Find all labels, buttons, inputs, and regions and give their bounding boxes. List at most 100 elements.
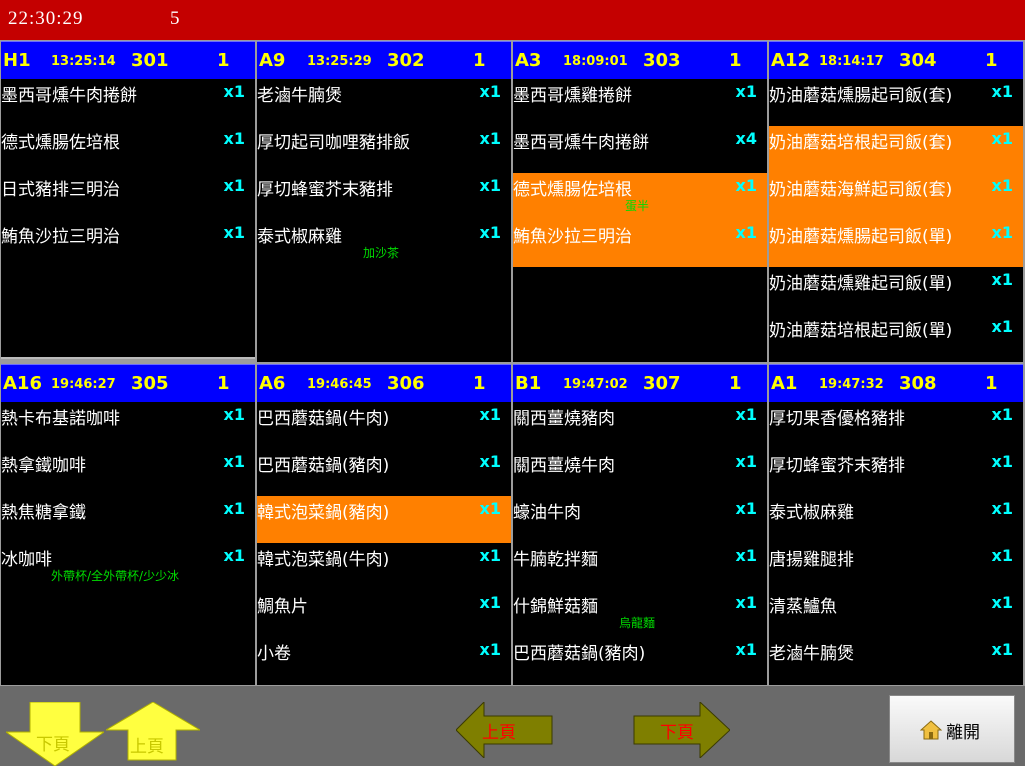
order-item[interactable]: 厚切果香優格豬排 x1 [769,402,1023,449]
exit-button[interactable]: 離開 [889,695,1015,763]
ticket-header: A16 19:46:27 305 1 [1,364,255,402]
item-name: 奶油蘑菇海鮮起司飯(套) [769,180,953,200]
order-time: 18:09:01 [563,54,628,69]
order-item[interactable]: 厚切起司咖哩豬排飯 x1 [257,126,511,173]
ticket-card[interactable]: B1 19:47:02 307 1 關西薑燒豬肉 x1 關西薑燒牛肉 x1 蠔油牛肉 x1… [513,364,767,685]
ticket-card[interactable]: A9 13:25:29 302 1 老滷牛腩煲 x1 厚切起司咖哩豬排飯 x1 厚切蜂蜜… [257,41,511,362]
guest-count: 1 [985,50,998,71]
order-item[interactable]: 韓式泡菜鍋(豬肉) x1 [257,496,511,543]
order-number: 305 [131,373,169,394]
page-up-label: 上頁 [130,737,164,757]
item-quantity: x1 [479,499,501,518]
ticket-header: A12 18:14:17 304 1 [769,41,1023,79]
order-item[interactable]: 唐揚雞腿排 x1 [769,543,1023,590]
item-quantity: x1 [479,129,501,148]
order-item[interactable]: 奶油蘑菇培根起司飯(套) x1 [769,126,1023,173]
ticket-card[interactable]: A1 19:47:32 308 1 厚切果香優格豬排 x1 厚切蜂蜜芥末豬排 x1 泰式… [769,364,1023,685]
order-item[interactable]: 奶油蘑菇海鮮起司飯(套) x1 [769,173,1023,220]
item-name: 鮪魚沙拉三明治 [1,227,120,247]
item-quantity: x1 [991,640,1013,659]
guest-count: 1 [729,50,742,71]
order-item[interactable]: 墨西哥燻牛肉捲餅 x4 [513,126,767,173]
item-name: 德式燻腸佐培根 [1,133,120,153]
order-item[interactable]: 墨西哥燻雞捲餅 x1 [513,79,767,126]
order-item[interactable]: 冰咖啡 x1 外帶杯/全外帶杯/少少冰 [1,543,255,590]
order-item[interactable]: 小卷 x1 [257,637,511,684]
item-name: 熱卡布基諾咖啡 [1,409,120,429]
item-quantity: x1 [223,405,245,424]
order-item[interactable]: 德式燻腸佐培根 x1 [1,126,255,173]
order-item[interactable]: 日式豬排三明治 x1 [1,173,255,220]
item-name: 墨西哥燻雞捲餅 [513,86,632,106]
order-item[interactable]: 鯛魚片 x1 [257,590,511,637]
page-down-button[interactable]: 下頁 [6,702,104,766]
order-item[interactable]: 牛腩乾拌麵 x1 [513,543,767,590]
ticket-card[interactable]: A3 18:09:01 303 1 墨西哥燻雞捲餅 x1 墨西哥燻牛肉捲餅 x4 德式燻… [513,41,767,362]
item-name: 老滷牛腩煲 [769,644,854,664]
item-name: 關西薑燒豬肉 [513,409,615,429]
ticket-card[interactable]: A16 19:46:27 305 1 熱卡布基諾咖啡 x1 熱拿鐵咖啡 x1 熱焦糖拿鐵… [1,364,255,685]
order-item[interactable]: 墨西哥燻牛肉捲餅 x1 [1,79,255,126]
order-item[interactable]: 巴西蘑菇鍋(豬肉) x1 [257,449,511,496]
order-item[interactable]: 奶油蘑菇燻腸起司飯(套) x1 [769,79,1023,126]
order-item[interactable]: 鮪魚沙拉三明治 x1 [513,220,767,267]
order-item[interactable]: 鮪魚沙拉三明治 x1 [1,220,255,267]
item-quantity: x1 [479,82,501,101]
item-quantity: x1 [223,129,245,148]
order-item[interactable]: 熱焦糖拿鐵 x1 [1,496,255,543]
order-item[interactable]: 奶油蘑菇培根起司飯(單) x1 [769,314,1023,361]
clock: 22:30:29 [8,8,84,29]
order-item[interactable]: 關西薑燒牛肉 x1 [513,449,767,496]
order-item[interactable]: 巴西蘑菇鍋(豬肉) x1 [513,637,767,684]
item-name: 牛腩乾拌麵 [513,550,598,570]
order-item[interactable]: 泰式椒麻雞 x1 [769,496,1023,543]
order-item[interactable]: 韓式泡菜鍋(牛肉) x1 [257,543,511,590]
order-item[interactable]: 關西薑燒豬肉 x1 [513,402,767,449]
order-item[interactable]: 厚切蜂蜜芥末豬排 x1 [769,449,1023,496]
item-quantity: x1 [991,129,1013,148]
item-name: 奶油蘑菇培根起司飯(單) [769,321,953,341]
order-time: 19:47:02 [563,377,628,392]
order-item[interactable]: 老滷牛腩煲 x1 [769,637,1023,684]
ticket-header: B1 19:47:02 307 1 [513,364,767,402]
order-item[interactable]: 德式燻腸佐培根 x1 蛋半 [513,173,767,220]
order-item[interactable]: 什錦鮮菇麵 x1 烏龍麵 [513,590,767,637]
ticket-header: A3 18:09:01 303 1 [513,41,767,79]
page-up-button[interactable]: 上頁 [106,702,200,766]
navigation-bar: 下頁 上頁 上頁 下頁 離開 [0,686,1025,766]
item-name: 韓式泡菜鍋(豬肉) [257,503,390,523]
item-quantity: x1 [479,546,501,565]
item-name: 冰咖啡 [1,550,52,570]
order-item[interactable]: 蠔油牛肉 x1 [513,496,767,543]
order-time: 13:25:14 [51,54,116,69]
order-item[interactable]: 奶油蘑菇燻雞起司飯(單) x1 [769,267,1023,314]
item-name: 唐揚雞腿排 [769,550,854,570]
order-number: 308 [899,373,937,394]
item-quantity: x1 [991,452,1013,471]
ticket-card[interactable]: H1 13:25:14 301 1 墨西哥燻牛肉捲餅 x1 德式燻腸佐培根 x1 日式豬… [1,41,255,359]
order-item[interactable]: 厚切蜂蜜芥末豬排 x1 [257,173,511,220]
ticket-header: A9 13:25:29 302 1 [257,41,511,79]
order-item[interactable]: 老滷牛腩煲 x1 [257,79,511,126]
order-item[interactable]: 泰式椒麻雞 x1 加沙茶 [257,220,511,267]
order-item[interactable]: 熱卡布基諾咖啡 x1 [1,402,255,449]
item-name: 關西薑燒牛肉 [513,456,615,476]
order-item[interactable]: 巴西蘑菇鍋(牛肉) x1 [257,402,511,449]
previous-page-button[interactable]: 上頁 [456,702,554,758]
order-time: 19:46:27 [51,377,116,392]
item-quantity: x1 [479,223,501,242]
ticket-items: 墨西哥燻牛肉捲餅 x1 德式燻腸佐培根 x1 日式豬排三明治 x1 鮪魚沙拉三明治 x1 [1,79,255,267]
guest-count: 1 [217,373,230,394]
order-item[interactable]: 熱拿鐵咖啡 x1 [1,449,255,496]
order-time: 19:46:45 [307,377,372,392]
item-name: 蠔油牛肉 [513,503,581,523]
item-quantity: x1 [735,176,757,195]
item-quantity: x1 [991,546,1013,565]
order-item[interactable]: 清蒸鱸魚 x1 [769,590,1023,637]
ticket-header: A1 19:47:32 308 1 [769,364,1023,402]
order-item[interactable]: 奶油蘑菇燻腸起司飯(單) x1 [769,220,1023,267]
home-icon [920,720,942,740]
ticket-card[interactable]: A12 18:14:17 304 1 奶油蘑菇燻腸起司飯(套) x1 奶油蘑菇培根起… [769,41,1023,362]
ticket-card[interactable]: A6 19:46:45 306 1 巴西蘑菇鍋(牛肉) x1 巴西蘑菇鍋(豬肉) x1… [257,364,511,685]
next-page-button[interactable]: 下頁 [632,702,730,758]
